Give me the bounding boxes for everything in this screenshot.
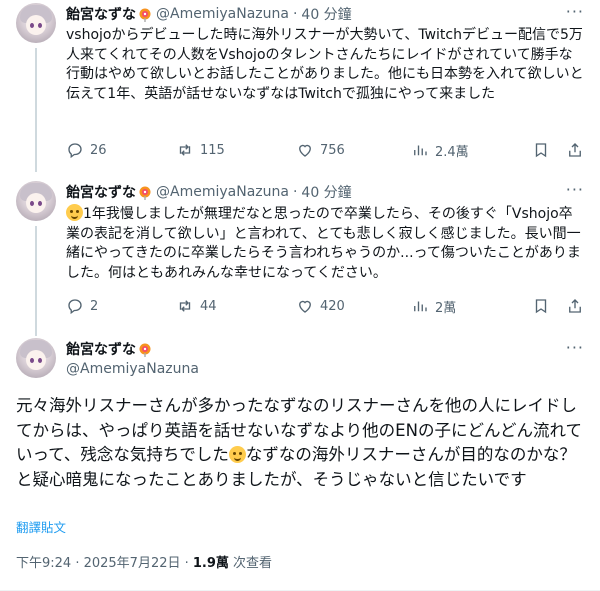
thread-line — [35, 48, 37, 172]
repost-button[interactable]: 115 — [176, 141, 225, 159]
tweet-1[interactable]: 飴宮なずな @AmemiyaNazuna · 40 分鐘 ··· vshojoか… — [0, 0, 600, 172]
avatar[interactable] — [16, 3, 56, 43]
lollipop-icon — [139, 343, 151, 357]
action-bar: 2 44 420 2萬 — [66, 296, 586, 316]
thread-line — [35, 226, 37, 336]
view-count: 1.9萬 — [192, 556, 229, 571]
translate-link[interactable]: 翻譯貼文 — [16, 517, 66, 536]
views-button[interactable]: 2萬 — [411, 297, 456, 316]
display-name[interactable]: 飴宮なずな — [66, 182, 136, 202]
separator-dot: · — [292, 6, 298, 22]
post-datetime[interactable]: 下午9:24 · 2025年7月22日 · — [16, 556, 193, 571]
smile-emoji — [66, 204, 83, 221]
like-button[interactable]: 756 — [296, 141, 345, 159]
handle[interactable]: @AmemiyaNazuna — [156, 184, 289, 200]
more-icon[interactable]: ··· — [566, 338, 584, 357]
lollipop-icon — [139, 186, 151, 200]
tweet-text: vshojoからデビューした時に海外リスナーが大勢いて、Twitchデビュー配信… — [66, 27, 584, 102]
views-count: 2萬 — [435, 300, 457, 316]
views-count: 2.4萬 — [435, 144, 469, 160]
handle[interactable]: @AmemiyaNazuna — [66, 361, 199, 377]
repost-button[interactable]: 44 — [176, 297, 217, 315]
reply-icon — [68, 299, 82, 315]
avatar[interactable] — [16, 338, 56, 378]
tweet-text: 1年我慢しましたが無理だなと思ったので卒業したら、その後すぐ「Vshojo卒業の… — [66, 204, 586, 283]
repost-count: 115 — [200, 142, 225, 158]
display-name-row: 飴宮なずな — [66, 339, 152, 359]
lollipop-icon — [139, 8, 151, 22]
reply-count: 2 — [90, 298, 99, 314]
like-icon — [299, 300, 311, 313]
like-icon — [299, 144, 311, 157]
main-tweet: 飴宮なずな @AmemiyaNazuna ··· 元々海外リスナーさんが多かった… — [0, 324, 600, 591]
display-name[interactable]: 飴宮なずな — [66, 339, 136, 359]
views-icon — [414, 301, 427, 312]
more-icon[interactable]: ··· — [566, 2, 584, 21]
main-tweet-text: 元々海外リスナーさんが多かったなずなのリスナーさんを他の人にレイドしてからは、や… — [16, 394, 584, 492]
smile-emoji — [228, 446, 246, 463]
views-button[interactable]: 2.4萬 — [411, 141, 469, 160]
reply-button[interactable]: 26 — [66, 141, 107, 159]
repost-icon — [179, 144, 191, 156]
share-icon[interactable] — [566, 297, 584, 315]
tweet-2[interactable]: 飴宮なずな @AmemiyaNazuna · 40 分鐘 ··· 1年我慢しまし… — [0, 172, 600, 336]
tweet-header: 飴宮なずな @AmemiyaNazuna · 40 分鐘 — [66, 4, 352, 24]
separator-dot: · — [292, 184, 298, 200]
reply-count: 26 — [90, 142, 107, 158]
tweet-header: 飴宮なずな @AmemiyaNazuna · 40 分鐘 — [66, 182, 352, 202]
avatar[interactable] — [16, 181, 56, 221]
repost-icon — [179, 300, 191, 312]
handle[interactable]: @AmemiyaNazuna — [156, 6, 289, 22]
timestamp[interactable]: 40 分鐘 — [301, 182, 351, 202]
reply-icon — [68, 143, 82, 159]
like-button[interactable]: 420 — [296, 297, 345, 315]
views-icon — [414, 145, 427, 156]
tweet-meta: 下午9:24 · 2025年7月22日 · 1.9萬 次查看 — [16, 552, 272, 571]
like-count: 420 — [320, 298, 345, 314]
bookmark-icon[interactable] — [532, 141, 550, 159]
bookmark-icon[interactable] — [532, 297, 550, 315]
reply-button[interactable]: 2 — [66, 297, 98, 315]
timestamp[interactable]: 40 分鐘 — [301, 4, 351, 24]
display-name[interactable]: 飴宮なずな — [66, 4, 136, 24]
repost-count: 44 — [200, 298, 217, 314]
more-icon[interactable]: ··· — [566, 180, 584, 199]
action-bar: 26 115 756 2.4萬 — [66, 140, 586, 160]
view-count-label: 次查看 — [228, 556, 273, 571]
like-count: 756 — [320, 142, 345, 158]
tweet-text-content: 1年我慢しましたが無理だなと思ったので卒業したら、その後すぐ「Vshojo卒業の… — [66, 206, 581, 281]
share-icon[interactable] — [566, 141, 584, 159]
